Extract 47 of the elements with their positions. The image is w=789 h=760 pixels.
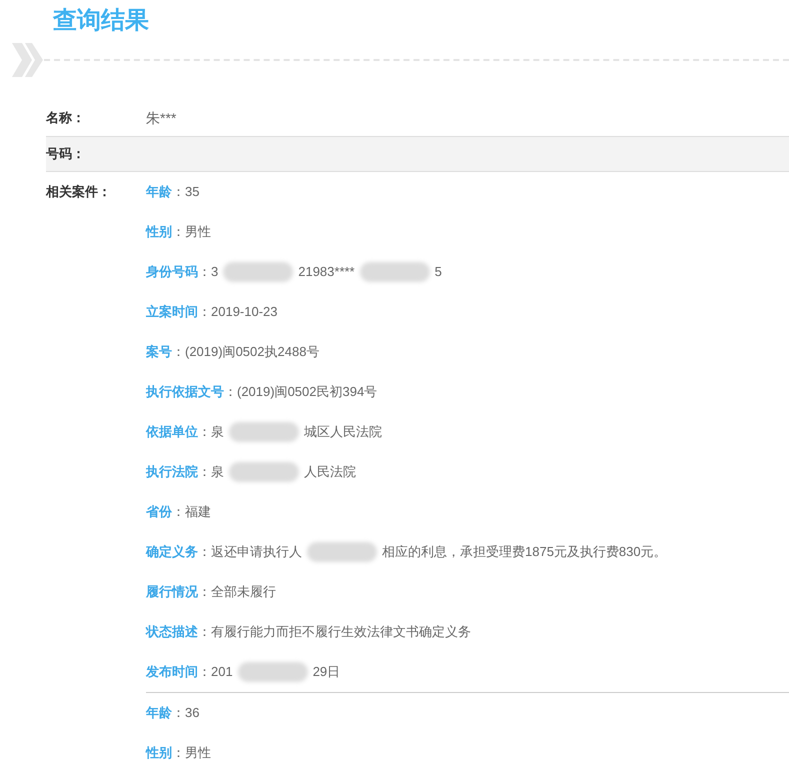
field-value: 城区人民法院 [304,423,382,442]
field-label: 状态描述 [146,623,198,642]
redaction-smear [360,262,430,282]
page-title: 查询结果 [53,9,149,33]
field-value: ：35 [172,183,200,202]
field-label: 确定义务 [146,543,198,562]
field-label: 依据单位 [146,423,198,442]
field-value: ：(2019)闽0502执2488号 [172,343,320,362]
field-label: 身份号码 [146,263,198,282]
field-value: ：3 [198,263,218,282]
field-value: 朱*** [146,108,176,128]
field-value: ：有履行能力而拒不履行生效法律文书确定义务 [198,623,471,642]
field-value: ：(2019)闽0502民初394号 [224,383,378,402]
field-label: 案号 [146,343,172,362]
field-value: 29日 [312,663,340,682]
field-value: ：男性 [172,223,211,242]
field-label: 执行依据文号 [146,383,224,402]
field-label: 省份 [146,503,172,522]
field-label: 性别 [146,223,172,242]
field-label: 号码： [46,145,86,164]
field-label: 发布时间 [146,663,198,682]
redaction-smear [229,422,299,442]
redaction-smear [223,262,294,282]
field-label: 性别 [146,744,172,760]
field-value: ：201 [198,663,233,682]
field-value: ：2019-10-23 [198,303,278,322]
field-label: 年龄 [146,183,172,202]
field-value: 相应的利息，承担受理费1875元及执行费830元。 [382,543,667,562]
field-value: 21983**** [298,263,355,282]
field-value: ：泉 [198,463,224,482]
field-value: 人民法院 [304,463,356,482]
redaction-smear [229,462,299,482]
redaction-smear [307,542,377,562]
redaction-smear [238,662,308,682]
field-value: ：返还申请执行人 [198,543,302,562]
field-value: ：福建 [172,503,211,522]
field-value: ：36 [172,704,200,722]
field-value: ：男性 [172,744,211,760]
field-label: 名称： [46,109,86,128]
field-value: 5 [434,263,442,282]
field-label: 执行法院 [146,463,198,482]
field-label: 相关案件： [46,184,111,199]
field-label: 年龄 [146,704,172,722]
field-value: ：全部未履行 [198,583,276,602]
field-value: ：泉 [198,423,224,442]
field-label: 立案时间 [146,303,198,322]
field-label: 履行情况 [146,583,198,602]
